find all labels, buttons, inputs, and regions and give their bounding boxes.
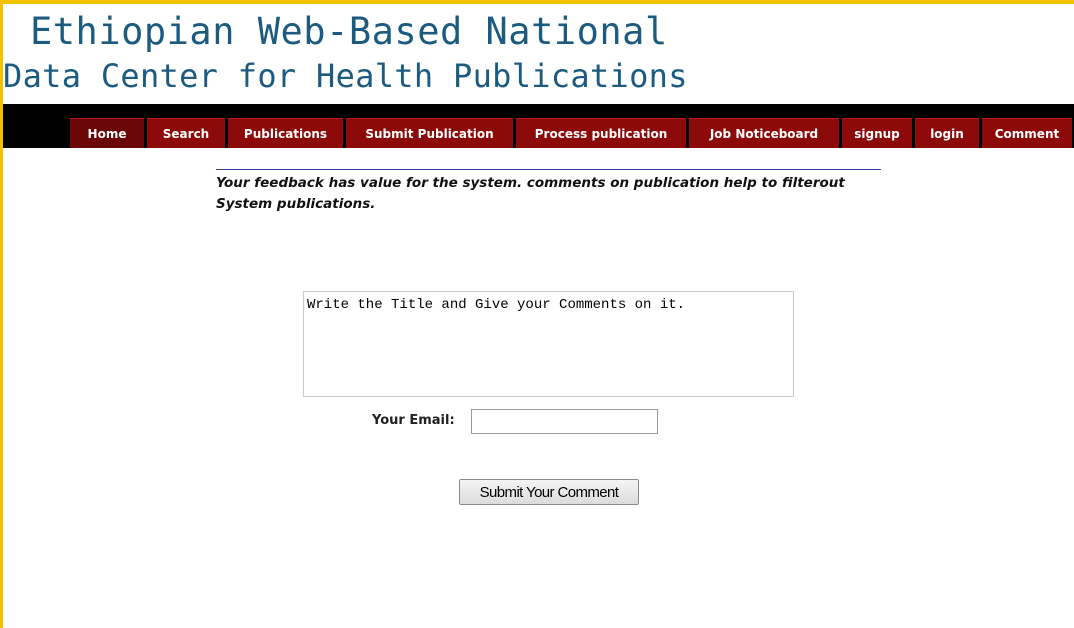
nav-search[interactable]: Search [147,118,225,148]
nav-submit-publication[interactable]: Submit Publication [346,118,513,148]
content-divider [216,169,881,170]
submit-comment-button[interactable]: Submit Your Comment [459,479,639,505]
main-navbar: Home Search Publications Submit Publicat… [3,104,1074,148]
nav-login[interactable]: login [915,118,979,148]
nav-publications[interactable]: Publications [228,118,343,148]
email-label: Your Email: [372,413,455,428]
nav-tabs: Home Search Publications Submit Publicat… [70,118,1072,148]
comment-textarea[interactable]: Write the Title and Give your Comments o… [303,291,794,397]
nav-comment[interactable]: Comment [982,118,1072,148]
nav-process-publication[interactable]: Process publication [516,118,686,148]
page-border-top [0,0,1074,4]
nav-job-noticeboard[interactable]: Job Noticeboard [689,118,839,148]
email-input[interactable] [471,409,658,434]
nav-signup[interactable]: signup [842,118,912,148]
site-title-line2: Data Center for Health Publications [3,57,688,95]
feedback-message: Your feedback has value for the system. … [216,175,845,212]
site-title-line1: Ethiopian Web-Based National [30,10,668,53]
nav-home[interactable]: Home [70,118,144,148]
